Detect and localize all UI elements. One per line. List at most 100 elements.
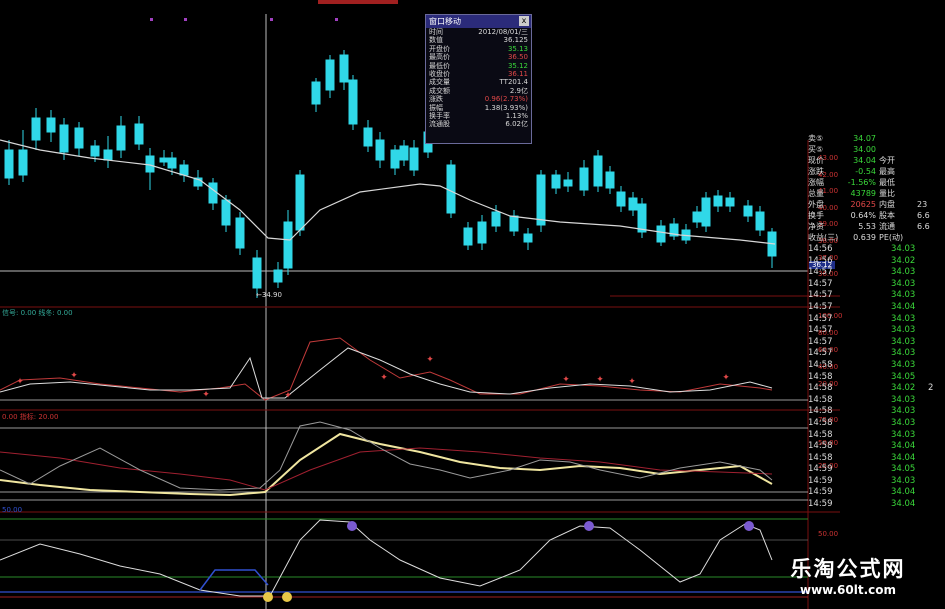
data-window-value: 36.50 bbox=[507, 53, 528, 62]
tick-cell: 34.03 bbox=[891, 290, 916, 301]
tick-cell bbox=[928, 325, 943, 337]
tick-row: 14:57 34.03 bbox=[808, 290, 945, 302]
indicator-2-line-yellow bbox=[0, 432, 773, 497]
tick-cell: 34.04 bbox=[891, 441, 916, 452]
signal-arrow-icon: ✦ bbox=[380, 373, 388, 383]
candle-body bbox=[179, 164, 189, 176]
candle-body bbox=[616, 191, 626, 207]
tick-cell: 34.04 bbox=[891, 301, 916, 312]
candle-body bbox=[536, 174, 546, 226]
data-window-row: 成交量 TT201.4 bbox=[426, 78, 531, 86]
candle-body bbox=[375, 139, 385, 161]
quote-cell: 涨跌 bbox=[808, 167, 824, 176]
tick-cell: 14:57 bbox=[808, 336, 833, 347]
data-window[interactable]: 窗口移动 x 时间 2012/08/01/三 数值 36.125 开盘价 35.13 最高价… bbox=[425, 14, 532, 144]
quote-cell: 收益(三) bbox=[808, 233, 839, 242]
data-window-value: 36.125 bbox=[503, 36, 529, 45]
quote-cell bbox=[876, 133, 917, 144]
tick-row: 14:57 34.03 bbox=[808, 314, 945, 326]
tick-cell: 14:57 bbox=[808, 301, 833, 312]
tick-cell bbox=[928, 290, 943, 302]
candle-body bbox=[18, 149, 28, 176]
quote-cell bbox=[917, 144, 942, 155]
tick-cell: 14:58 bbox=[808, 417, 833, 428]
tick-list[interactable]: 14:56 34.03 14:56 34.02 14:57 34.03 14:57 34.03… bbox=[808, 244, 945, 511]
tick-row: 14:58 34.04 bbox=[808, 453, 945, 465]
candle-body bbox=[509, 215, 519, 232]
tick-row: 14:58 34.05 bbox=[808, 372, 945, 384]
tick-cell: 34.03 bbox=[891, 348, 916, 359]
tick-cell: 14:58 bbox=[808, 406, 833, 417]
candle-body bbox=[235, 217, 245, 249]
top-title-bar bbox=[318, 0, 398, 4]
marker-dot bbox=[184, 18, 187, 21]
data-window-key: 成交量 bbox=[429, 78, 450, 87]
quote-cell: 现价 bbox=[808, 156, 824, 165]
candle-body bbox=[628, 197, 638, 211]
tick-cell bbox=[928, 441, 943, 453]
tick-cell: 14:59 bbox=[808, 475, 833, 486]
quote-cell: 外盘 bbox=[808, 200, 824, 209]
signal-arrow-icon: ✦ bbox=[70, 371, 78, 381]
smiley-purple-icon bbox=[744, 521, 754, 531]
smiley-purple-icon bbox=[584, 521, 594, 531]
data-window-value: TT201.4 bbox=[499, 78, 528, 87]
quote-cell: 股本 bbox=[879, 211, 895, 220]
smiley-yellow-icon bbox=[263, 592, 273, 602]
tick-cell: 14:56 bbox=[808, 244, 833, 254]
tick-cell: 34.03 bbox=[891, 429, 916, 440]
tick-cell: 34.04 bbox=[891, 499, 916, 510]
data-window-row: 涨跌 0.96(2.73%) bbox=[426, 95, 531, 103]
data-window-value: 0.96(2.73%) bbox=[484, 95, 528, 104]
signal-arrow-icon: ✦ bbox=[16, 377, 24, 387]
data-window-row: 流通股 6.02亿 bbox=[426, 120, 531, 128]
quote-row: 外盘 20625 内盘 23 bbox=[808, 199, 945, 210]
tick-cell: 34.03 bbox=[891, 278, 916, 289]
quote-cell: PE(动) bbox=[879, 233, 904, 242]
quote-cell: 34.00 bbox=[853, 145, 876, 154]
tick-row: 14:58 34.02 2 bbox=[808, 383, 945, 395]
tick-row: 14:58 34.03 bbox=[808, 406, 945, 418]
candle-body bbox=[295, 174, 305, 231]
quote-cell: 今开 bbox=[879, 156, 895, 165]
tick-cell: 14:58 bbox=[808, 394, 833, 405]
candle-body bbox=[103, 149, 113, 161]
tick-cell bbox=[928, 453, 943, 465]
tick-row: 14:57 34.03 bbox=[808, 279, 945, 291]
quote-cell: 内盘 bbox=[879, 200, 895, 209]
tick-cell: 34.03 bbox=[891, 406, 916, 417]
quote-cell: 涨幅 bbox=[808, 178, 824, 187]
data-window-title[interactable]: 窗口移动 x bbox=[426, 15, 531, 28]
tick-cell: 14:57 bbox=[808, 325, 833, 336]
signal-arrow-icon: ✦ bbox=[722, 373, 730, 383]
candle-body bbox=[46, 117, 56, 133]
data-window-row: 成交额 2.9亿 bbox=[426, 87, 531, 95]
tick-row: 14:59 34.04 bbox=[808, 499, 945, 511]
marker-dot bbox=[335, 18, 338, 21]
tick-row: 14:59 34.03 bbox=[808, 476, 945, 488]
watermark: 乐淘公式网 www.60lt.com bbox=[768, 556, 928, 598]
quote-cell: 20625 bbox=[850, 200, 876, 209]
tick-cell: 14:59 bbox=[808, 499, 833, 510]
tick-row: 14:56 34.03 bbox=[808, 244, 945, 256]
data-window-row: 振幅 1.38(3.93%) bbox=[426, 104, 531, 112]
quote-cell: 卖⑤ bbox=[808, 134, 824, 143]
quote-cell: 43789 bbox=[850, 189, 876, 198]
quote-cell bbox=[917, 155, 942, 166]
quote-cell: 23 bbox=[917, 200, 928, 209]
quote-cell bbox=[917, 133, 942, 144]
data-window-rows: 时间 2012/08/01/三 数值 36.125 开盘价 35.13 最高价 36.50 最低… bbox=[426, 28, 531, 129]
candle-body bbox=[145, 155, 155, 173]
candle-body bbox=[339, 54, 349, 83]
candle-body bbox=[273, 269, 283, 283]
candle-body bbox=[348, 79, 358, 125]
tick-cell bbox=[928, 476, 943, 488]
close-icon[interactable]: x bbox=[519, 16, 529, 26]
tick-row: 14:57 34.03 bbox=[808, 325, 945, 337]
quote-cell: -1.56% bbox=[847, 178, 876, 187]
tick-cell: 34.03 bbox=[891, 475, 916, 486]
candle-body bbox=[363, 127, 373, 147]
tick-cell bbox=[928, 395, 943, 407]
data-window-value: 2.9亿 bbox=[509, 86, 528, 95]
data-window-key: 最高价 bbox=[429, 53, 450, 62]
